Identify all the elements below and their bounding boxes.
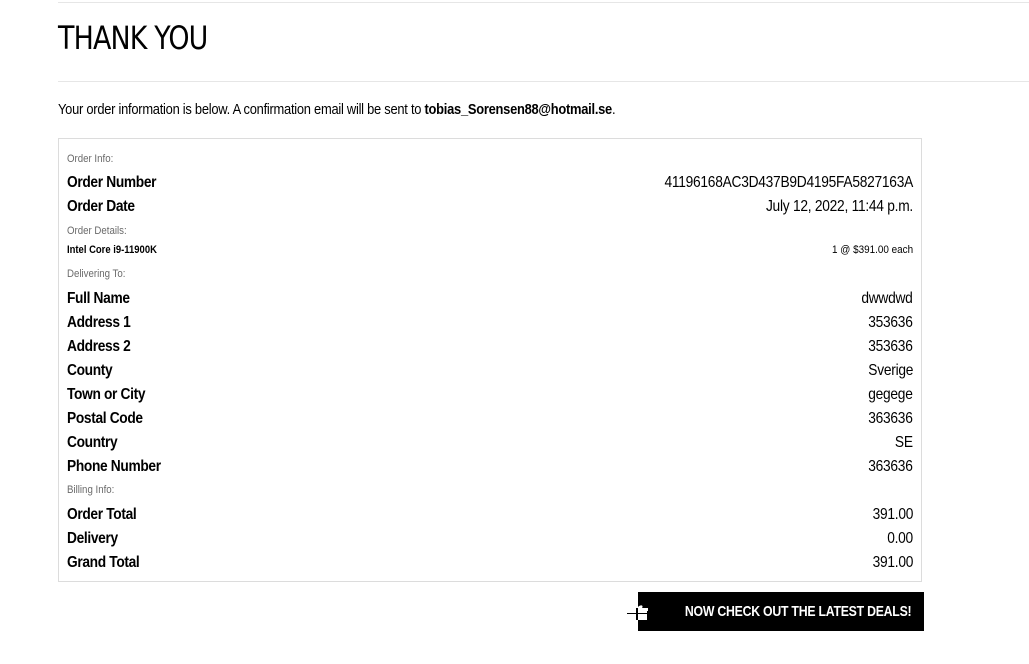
address-1-label: Address 1 [67,314,131,331]
order-item-row: Intel Core i9-11900K 1 @ $391.00 each [67,244,913,256]
order-number-label: Order Number [67,174,157,191]
delivery-row-phone: Phone Number 363636 [67,458,913,476]
order-info-label: Order Info: [67,153,114,165]
confirmation-email: tobias_Sorensen88@hotmail.se [424,101,613,118]
billing-row-delivery: Delivery 0.00 [67,530,913,548]
order-details-header: Order Details: [67,225,913,237]
delivery-row-address-2: Address 2 353636 [67,338,913,356]
latest-deals-label: NOW CHECK OUT THE LATEST DEALS! [684,603,912,620]
order-total-label: Order Total [67,506,137,523]
order-item-quantity-price: 1 @ $391.00 each [831,244,913,256]
county-value: Sverige [868,362,913,379]
billing-info-header: Billing Info: [67,484,913,496]
grand-total-label: Grand Total [67,554,140,571]
delivery-value: 0.00 [887,530,913,547]
top-divider [58,2,1029,3]
delivery-row-county: County Sverige [67,362,913,380]
order-date-row: Order Date July 12, 2022, 11:44 p.m. [67,198,913,216]
checkout-success-page: THANK YOU Your order information is belo… [0,0,1029,664]
phone-label: Phone Number [67,458,161,475]
order-number-row: Order Number 41196168AC3D437B9D4195FA582… [67,174,913,192]
delivering-to-label: Delivering To: [67,268,126,280]
page-title: THANK YOU [58,19,208,57]
order-date-label: Order Date [67,198,135,215]
country-value: SE [895,434,913,451]
order-item-product: Intel Core i9-11900K [67,244,157,256]
delivery-label: Delivery [67,530,118,547]
gift-icon [625,604,648,620]
billing-row-grand-total: Grand Total 391.00 [67,554,913,572]
order-total-value: 391.00 [872,506,913,523]
town-value: gegege [868,386,914,403]
delivery-row-country: Country SE [67,434,913,452]
order-info-header: Order Info: [67,153,913,165]
address-2-label: Address 2 [67,338,131,355]
full-name-value: dwwdwd [861,290,913,307]
billing-info-label: Billing Info: [67,484,115,496]
title-divider [58,81,1029,82]
postal-code-value: 363636 [868,410,914,427]
county-label: County [67,362,113,379]
delivery-row-town: Town or City gegege [67,386,913,404]
billing-row-order-total: Order Total 391.00 [67,506,913,524]
intro-text: Your order information is below. A confi… [58,101,425,118]
latest-deals-button[interactable]: NOW CHECK OUT THE LATEST DEALS! [625,592,924,631]
country-label: Country [67,434,118,451]
full-name-label: Full Name [67,290,130,307]
intro-suffix: . [611,101,616,118]
intro-message: Your order information is below. A confi… [58,100,616,120]
delivery-row-address-1: Address 1 353636 [67,314,913,332]
town-label: Town or City [67,386,146,403]
grand-total-value: 391.00 [872,554,913,571]
order-date-value: July 12, 2022, 11:44 p.m. [765,198,913,215]
delivering-to-header: Delivering To: [67,268,913,280]
address-1-value: 353636 [868,314,914,331]
postal-code-label: Postal Code [67,410,143,427]
order-details-label: Order Details: [67,225,127,237]
order-number-value: 41196168AC3D437B9D4195FA5827163A [664,174,913,191]
address-2-value: 353636 [868,338,914,355]
order-summary-box: Order Info: Order Number 41196168AC3D437… [58,138,922,582]
phone-value: 363636 [868,458,914,475]
delivery-row-postal-code: Postal Code 363636 [67,410,913,428]
delivery-row-full-name: Full Name dwwdwd [67,290,913,308]
